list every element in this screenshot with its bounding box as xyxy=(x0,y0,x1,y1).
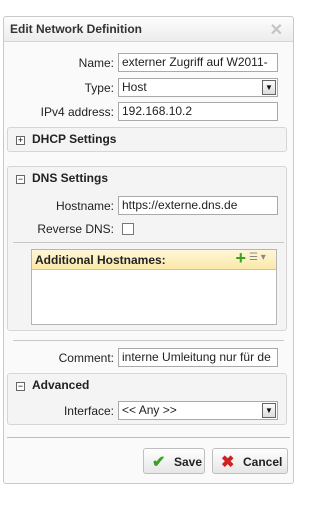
reverse-dns-checkbox[interactable] xyxy=(122,223,134,235)
additional-hostnames-title: Additional Hostnames: xyxy=(35,253,166,267)
cancel-button-label: Cancel xyxy=(243,455,283,469)
footer-divider xyxy=(7,437,290,438)
comment-label: Comment: xyxy=(58,351,114,365)
type-select[interactable]: Host ▼ xyxy=(118,78,278,97)
close-icon[interactable]: ✕ xyxy=(270,20,283,40)
chevron-down-icon[interactable]: ▼ xyxy=(262,80,276,95)
dhcp-settings-header[interactable]: + DHCP Settings xyxy=(16,132,116,146)
additional-hostnames-header: Additional Hostnames: + ☰ ▾ xyxy=(32,248,276,270)
cancel-button[interactable]: ✖ Cancel xyxy=(212,448,288,474)
dhcp-settings-label: DHCP Settings xyxy=(32,132,117,146)
chevron-down-icon[interactable]: ▼ xyxy=(262,403,276,418)
dialog-title: Edit Network Definition xyxy=(10,22,142,36)
hostname-input[interactable]: https://externe.dns.de xyxy=(118,196,278,215)
advanced-label: Advanced xyxy=(32,378,90,392)
type-label: Type: xyxy=(84,81,114,95)
expand-icon[interactable]: + xyxy=(16,136,25,145)
list-menu-icon[interactable]: ☰ ▾ xyxy=(249,252,273,266)
collapse-icon[interactable]: − xyxy=(16,175,25,184)
interface-select-value: << Any >> xyxy=(122,403,177,417)
additional-hostnames-list[interactable] xyxy=(32,270,276,324)
type-select-value: Host xyxy=(122,80,147,94)
ipv4-label: IPv4 address: xyxy=(40,105,114,119)
dialog-titlebar[interactable]: Edit Network Definition ✕ xyxy=(4,17,293,42)
checkmark-icon: ✔ xyxy=(152,454,166,471)
dhcp-settings-section[interactable]: + DHCP Settings xyxy=(7,127,287,152)
additional-hostnames-panel: Additional Hostnames: + ☰ ▾ xyxy=(31,248,277,325)
hostname-label: Hostname: xyxy=(55,199,114,213)
save-button-label: Save xyxy=(174,455,203,469)
name-label: Name: xyxy=(78,56,114,70)
interface-select[interactable]: << Any >> ▼ xyxy=(118,401,278,420)
advanced-header[interactable]: − Advanced xyxy=(16,378,89,392)
name-input[interactable]: externer Zugriff auf W2011- xyxy=(118,53,278,72)
ipv4-input[interactable]: 192.168.10.2 xyxy=(118,102,278,121)
save-button[interactable]: ✔ Save xyxy=(143,448,205,474)
interface-label: Interface: xyxy=(63,404,114,418)
comment-divider xyxy=(13,340,284,341)
comment-input[interactable]: interne Umleitung nur für de xyxy=(118,348,278,367)
dns-settings-label: DNS Settings xyxy=(32,171,109,185)
dns-divider xyxy=(13,242,284,243)
cross-icon: ✖ xyxy=(221,454,235,471)
dns-settings-header[interactable]: − DNS Settings xyxy=(16,171,108,185)
add-icon[interactable]: + xyxy=(235,248,246,269)
collapse-icon[interactable]: − xyxy=(16,382,25,391)
reverse-dns-label: Reverse DNS: xyxy=(37,222,114,236)
